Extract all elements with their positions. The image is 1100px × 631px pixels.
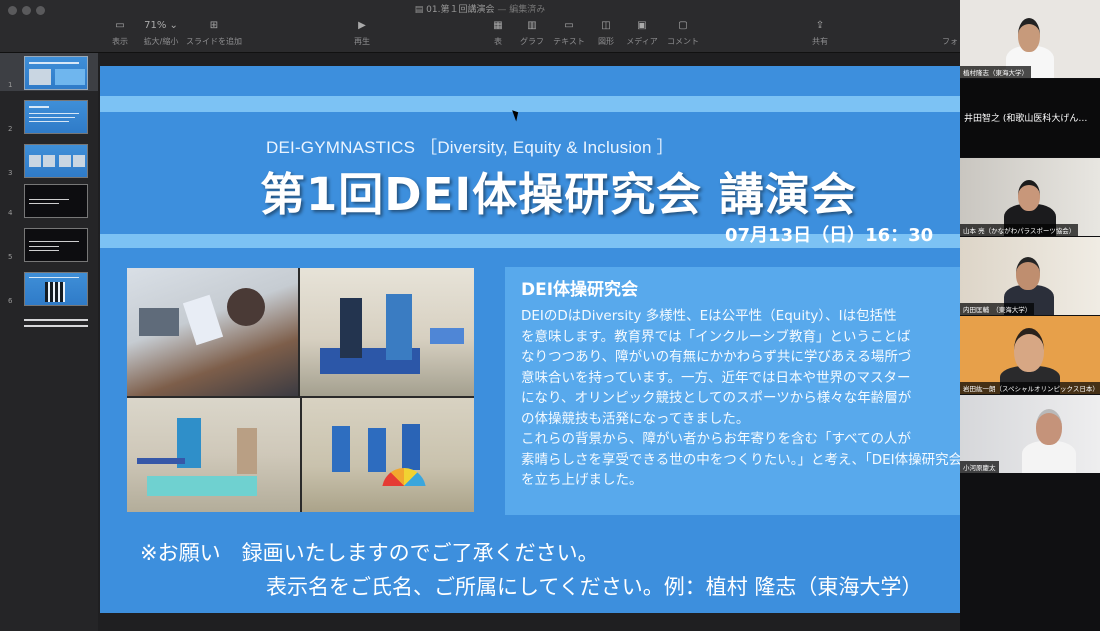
participant-name: 岩田紘一朗（スペシャルオリンピックス日本）	[960, 382, 1100, 394]
format-icon	[940, 20, 960, 32]
play-button[interactable]: ▶ 再生	[350, 20, 374, 47]
participant-tile[interactable]: 小河原慶太	[960, 395, 1100, 473]
participant-name: 小河原慶太	[960, 461, 999, 473]
format-button[interactable]: フォ	[940, 20, 960, 47]
photo-balance-training	[127, 398, 300, 512]
participant-tile[interactable]: 岩田紘一朗（スペシャルオリンピックス日本）	[960, 316, 1100, 394]
slide-1[interactable]: DEI-GYMNASTICS ［Diversity, Equity & Incl…	[100, 66, 1072, 613]
slide-preview	[24, 144, 88, 178]
photo-collage	[127, 268, 474, 512]
slide-preview	[24, 56, 88, 90]
add-slide-icon: ⊞	[209, 20, 219, 31]
slide-navigator: 1 2 3 4 5 6	[0, 53, 98, 631]
chart-icon: ▥	[527, 20, 537, 31]
participant-gallery: 植村隆志（東海大学） 井田智之 (和歌山医科大げん… 山本 亮（かながわパラスポ…	[960, 0, 1100, 631]
slide-title: 第1回DEI体操研究会 講演会	[260, 168, 857, 221]
slide-preview	[24, 228, 88, 262]
shape-button[interactable]: ◫ 図形	[594, 20, 618, 47]
participant-tile[interactable]: 植村隆志（東海大学）	[960, 0, 1100, 78]
slide-thumbnail-3[interactable]: 3	[0, 141, 98, 179]
participant-name: 井田智之 (和歌山医科大げん…	[964, 114, 1088, 124]
text-icon: ▭	[564, 20, 574, 31]
qr-code-image	[45, 282, 65, 302]
participant-tile[interactable]: 井田智之 (和歌山医科大げん…	[960, 79, 1100, 157]
comment-icon: ▢	[678, 20, 688, 31]
slide-preview	[24, 272, 88, 306]
slide-subtitle: DEI-GYMNASTICS ［Diversity, Equity & Incl…	[266, 138, 674, 157]
navigator-divider	[24, 325, 88, 327]
zoom-value: 71% ⌄	[144, 20, 178, 31]
add-slide-button[interactable]: ⊞ スライドを追加	[186, 20, 242, 47]
sidebar-icon: ▭	[115, 20, 125, 31]
participant-tile[interactable]: 内田匡輔 （東海大学）	[960, 237, 1100, 315]
comment-button[interactable]: ▢ コメント	[666, 20, 700, 47]
share-button[interactable]: ⇪ 共有	[808, 20, 832, 47]
media-icon: ▣	[637, 20, 647, 31]
panel-heading: DEI体操研究会	[521, 280, 639, 300]
participant-tile[interactable]: 山本 亮（かながわパラスポーツ協会）	[960, 158, 1100, 236]
chart-button[interactable]: ▥ グラフ	[518, 20, 546, 47]
media-button[interactable]: ▣ メディア	[624, 20, 660, 47]
photo-group-exercise	[302, 398, 474, 512]
slide-thumbnail-2[interactable]: 2	[0, 97, 98, 135]
document-icon: ▤	[414, 5, 427, 15]
shape-icon: ◫	[601, 20, 611, 31]
slide-thumbnail-6[interactable]: 6	[0, 269, 98, 307]
slide-preview	[24, 100, 88, 134]
slide-thumbnail-5[interactable]: 5	[0, 225, 98, 263]
slide-thumbnail-4[interactable]: 4	[0, 181, 98, 219]
header-band	[100, 96, 1072, 112]
notice-text: ※お願い 録画いたしますのでご了承ください。 表示名をご氏名、ご所属にしてくださ…	[140, 541, 923, 599]
participant-name: 内田匡輔 （東海大学）	[960, 303, 1035, 315]
view-button[interactable]: ▭ 表示	[108, 20, 132, 47]
table-button[interactable]: ▦ 表	[488, 20, 508, 47]
window-toolbar: ▤ 01.第１回講演会 — 編集済み ▭ 表示 71% ⌄ 拡大/縮小 ⊞ スラ…	[0, 0, 960, 53]
photo-gym-mats	[300, 268, 474, 396]
photo-classroom	[127, 268, 298, 396]
navigator-divider	[24, 319, 88, 321]
document-title: ▤ 01.第１回講演会 — 編集済み	[414, 5, 546, 15]
participant-name: 植村隆志（東海大学）	[960, 66, 1031, 78]
slide-preview	[24, 184, 88, 218]
zoom-button[interactable]: 71% ⌄ 拡大/縮小	[140, 20, 182, 47]
text-button[interactable]: ▭ テキスト	[552, 20, 586, 47]
event-date: 07月13日（日）16：30	[725, 225, 934, 246]
participant-name: 山本 亮（かながわパラスポーツ協会）	[960, 224, 1079, 236]
slide-thumbnail-1[interactable]: 1	[0, 53, 98, 91]
table-icon: ▦	[493, 20, 503, 31]
play-icon: ▶	[358, 20, 366, 31]
share-icon: ⇪	[815, 20, 825, 31]
